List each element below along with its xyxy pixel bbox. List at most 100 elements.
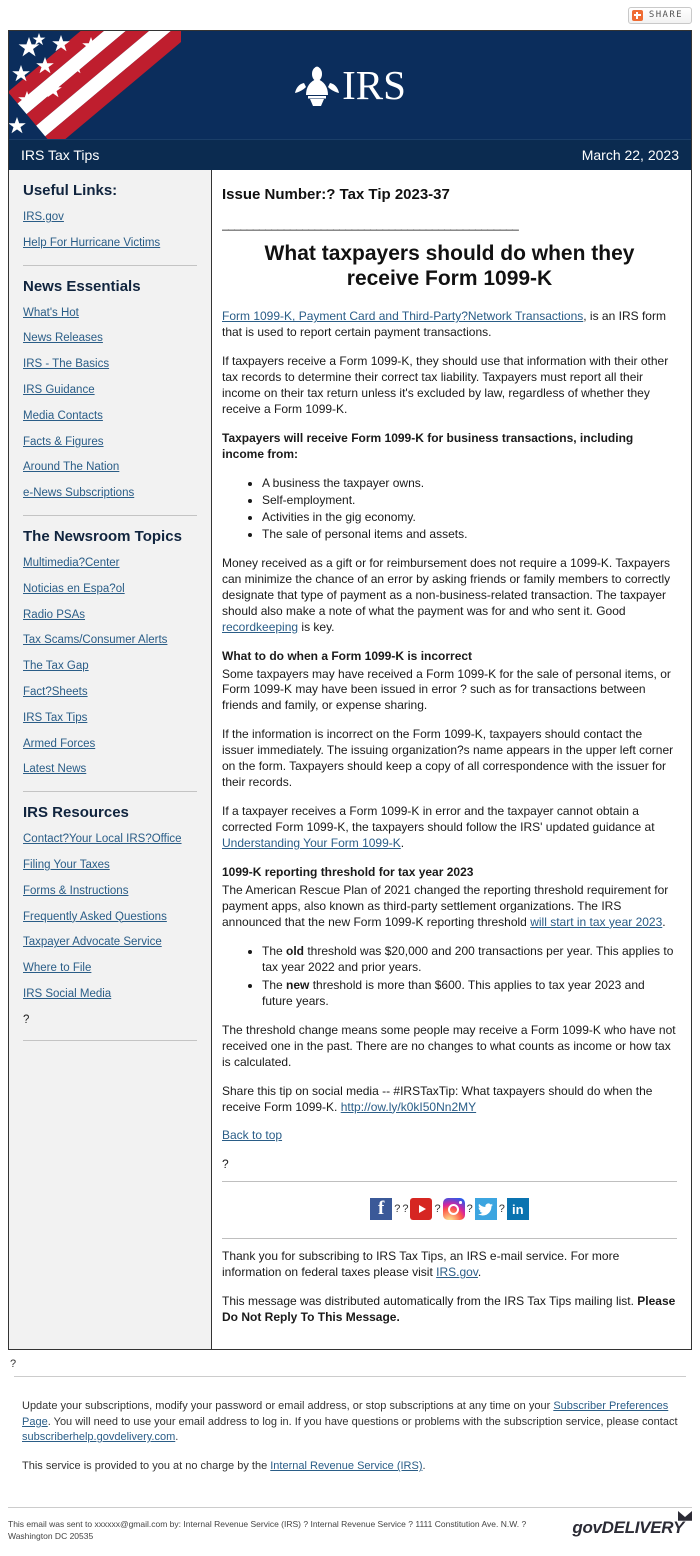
list-item: Activities in the gig economy. bbox=[262, 510, 677, 526]
thanks-b: . bbox=[477, 1265, 482, 1280]
sidebar-link-multimedia-center[interactable]: Multimedia?Center bbox=[23, 557, 197, 571]
sidebar-link-where-to-file[interactable]: Where to File bbox=[23, 962, 197, 976]
twitter-icon[interactable] bbox=[474, 1198, 497, 1221]
paragraph-auto-distributed: This message was distributed automatical… bbox=[222, 1294, 677, 1326]
link-irs-gov-footer[interactable]: IRS.gov bbox=[436, 1265, 478, 1279]
sidebar: Useful Links: IRS.gov Help For Hurricane… bbox=[9, 170, 212, 1350]
threshold-old-bold: old bbox=[286, 943, 305, 958]
bold-incorrect-form: What to do when a Form 1099-K is incorre… bbox=[222, 648, 473, 663]
social-links-row: f ? ? ? ? ? in bbox=[222, 1192, 677, 1228]
social-separator: ? bbox=[466, 1203, 473, 1216]
social-separator: ? bbox=[402, 1203, 409, 1216]
link-subscriberhelp-email[interactable]: subscriberhelp.govdelivery.com bbox=[22, 1431, 175, 1443]
sidebar-link-media-contacts[interactable]: Media Contacts bbox=[23, 410, 197, 424]
sidebar-link-noticias-en-espanol[interactable]: Noticias en Espa?ol bbox=[23, 583, 197, 597]
link-shortlink-owly[interactable]: http://ow.ly/k0kI50Nn2MY bbox=[341, 1100, 476, 1114]
social-separator: ? bbox=[498, 1203, 505, 1216]
share-bar: SHARE bbox=[0, 0, 700, 30]
share-button-label: SHARE bbox=[648, 10, 683, 20]
instagram-icon[interactable] bbox=[442, 1198, 465, 1221]
paragraph-american-rescue-plan: The American Rescue Plan of 2021 changed… bbox=[222, 883, 677, 931]
sidebar-link-whats-hot[interactable]: What's Hot bbox=[23, 307, 197, 321]
sidebar-link-latest-news[interactable]: Latest News bbox=[23, 763, 197, 777]
paragraph-gift-a: Money received as a gift or for reimburs… bbox=[222, 555, 671, 618]
sidebar-heading-news-essentials: News Essentials bbox=[23, 277, 141, 295]
irs-eagle-seal-icon bbox=[295, 66, 340, 106]
sidebar-divider bbox=[23, 264, 197, 266]
sidebar-link-irs-tax-tips[interactable]: IRS Tax Tips bbox=[23, 712, 197, 726]
publication-date: March 22, 2023 bbox=[581, 147, 679, 163]
sidebar-divider bbox=[23, 791, 197, 793]
paragraph-intro: Form 1099-K, Payment Card and Third-Part… bbox=[222, 309, 677, 341]
threshold-new-pre: The bbox=[262, 977, 287, 992]
paragraph-business-transactions-lead: Taxpayers will receive Form 1099-K for b… bbox=[222, 431, 677, 463]
social-divider-top bbox=[222, 1181, 677, 1183]
content-split: Useful Links: IRS.gov Help For Hurricane… bbox=[9, 170, 691, 1350]
issue-number: Issue Number:? Tax Tip 2023-37 bbox=[222, 186, 450, 203]
irs-logo-text: IRS bbox=[342, 61, 406, 108]
link-form-1099k-title[interactable]: Form 1099-K, Payment Card and Third-Part… bbox=[222, 309, 583, 323]
link-understanding-form-1099k[interactable]: Understanding Your Form 1099-K bbox=[222, 836, 401, 850]
link-will-start-tax-year-2023[interactable]: will start in tax year 2023 bbox=[530, 915, 662, 929]
article-headline: What taxpayers should do when they recei… bbox=[264, 242, 635, 291]
paragraph-contact-issuer: If the information is incorrect on the F… bbox=[222, 727, 674, 790]
sidebar-divider bbox=[23, 1039, 197, 1041]
link-back-to-top[interactable]: Back to top bbox=[222, 1128, 282, 1142]
sent-to-text: This email was sent to xxxxxx@gmail.com … bbox=[8, 1518, 527, 1542]
sidebar-link-hurricane-victims[interactable]: Help For Hurricane Victims bbox=[23, 237, 197, 251]
linkedin-icon[interactable]: in bbox=[506, 1198, 529, 1221]
sidebar-divider bbox=[23, 514, 197, 516]
article-stray-char: ? bbox=[222, 1157, 229, 1172]
sidebar-link-taxpayer-advocate[interactable]: Taxpayer Advocate Service bbox=[23, 936, 197, 950]
sidebar-link-enews-subscriptions[interactable]: e-News Subscriptions bbox=[23, 487, 197, 501]
sidebar-link-forms-instructions[interactable]: Forms & Instructions bbox=[23, 885, 197, 899]
list-threshold-changes: The old threshold was $20,000 and 200 tr… bbox=[222, 944, 677, 1010]
auto-a: This message was distributed automatical… bbox=[222, 1294, 638, 1309]
sidebar-link-facts-figures[interactable]: Facts & Figures bbox=[23, 436, 197, 450]
paragraph-use-information: If taxpayers receive a Form 1099-K, they… bbox=[222, 354, 669, 417]
sidebar-link-fact-sheets[interactable]: Fact?Sheets bbox=[23, 686, 197, 700]
sidebar-link-filing-your-taxes[interactable]: Filing Your Taxes bbox=[23, 859, 197, 873]
sidebar-link-contact-local-office[interactable]: Contact?Your Local IRS?Office bbox=[23, 833, 197, 847]
publication-name: IRS Tax Tips bbox=[21, 147, 100, 163]
link-recordkeeping[interactable]: recordkeeping bbox=[222, 620, 298, 634]
sidebar-link-irs-guidance[interactable]: IRS Guidance bbox=[23, 384, 197, 398]
thanks-a: Thank you for subscribing to IRS Tax Tip… bbox=[222, 1249, 620, 1280]
paragraph-threshold-change-effect: The threshold change means some people m… bbox=[222, 1022, 676, 1069]
social-divider-bottom bbox=[222, 1238, 677, 1240]
sidebar-link-irs-gov[interactable]: IRS.gov bbox=[23, 211, 197, 225]
sidebar-link-tax-scams-consumer-alerts[interactable]: Tax Scams/Consumer Alerts bbox=[23, 634, 197, 648]
list-item: A business the taxpayer owns. bbox=[262, 476, 677, 492]
sidebar-heading-irs-resources: IRS Resources bbox=[23, 804, 129, 822]
sidebar-link-irs-the-basics[interactable]: IRS - The Basics bbox=[23, 358, 197, 372]
paragraph-error-b: . bbox=[400, 836, 405, 851]
threshold-new-post: threshold is more than $600. This applie… bbox=[262, 977, 645, 1008]
link-internal-revenue-service[interactable]: Internal Revenue Service (IRS) bbox=[270, 1460, 422, 1472]
nocharge-a: This service is provided to you at no ch… bbox=[22, 1460, 271, 1473]
update-a: Update your subscriptions, modify your p… bbox=[22, 1400, 554, 1413]
list-item: Self-employment. bbox=[262, 493, 677, 509]
sidebar-link-irs-social-media[interactable]: IRS Social Media bbox=[23, 988, 197, 1002]
paragraph-error-a: If a taxpayer receives a Form 1099-K in … bbox=[222, 804, 655, 835]
sidebar-link-the-tax-gap[interactable]: The Tax Gap bbox=[23, 660, 197, 674]
facebook-icon[interactable]: f bbox=[370, 1198, 393, 1221]
youtube-icon[interactable] bbox=[410, 1198, 433, 1221]
sidebar-link-around-the-nation[interactable]: Around The Nation bbox=[23, 461, 197, 475]
sidebar-link-faq[interactable]: Frequently Asked Questions bbox=[23, 911, 197, 925]
sidebar-link-news-releases[interactable]: News Releases bbox=[23, 332, 197, 346]
publication-titlebar: IRS Tax Tips March 22, 2023 bbox=[9, 139, 691, 170]
bold-reporting-threshold: 1099-K reporting threshold for tax year … bbox=[222, 865, 474, 880]
social-separator: ? bbox=[434, 1203, 441, 1216]
paragraph-thank-you: Thank you for subscribing to IRS Tax Tip… bbox=[222, 1249, 677, 1281]
sidebar-heading-useful-links: Useful Links: bbox=[23, 182, 118, 199]
sidebar-link-radio-psas[interactable]: Radio PSAs bbox=[23, 609, 197, 623]
paragraph-no-charge: This service is provided to you at no ch… bbox=[22, 1459, 678, 1474]
share-button[interactable]: SHARE bbox=[627, 6, 692, 24]
threshold-new-bold: new bbox=[286, 977, 310, 992]
sidebar-link-armed-forces[interactable]: Armed Forces bbox=[23, 738, 197, 752]
plus-icon bbox=[631, 9, 643, 21]
social-separator: ? bbox=[394, 1203, 401, 1216]
govdelivery-logo: govDELIVERY bbox=[572, 1510, 692, 1538]
nocharge-b: . bbox=[422, 1460, 426, 1473]
list-item: The sale of personal items and assets. bbox=[262, 527, 677, 543]
